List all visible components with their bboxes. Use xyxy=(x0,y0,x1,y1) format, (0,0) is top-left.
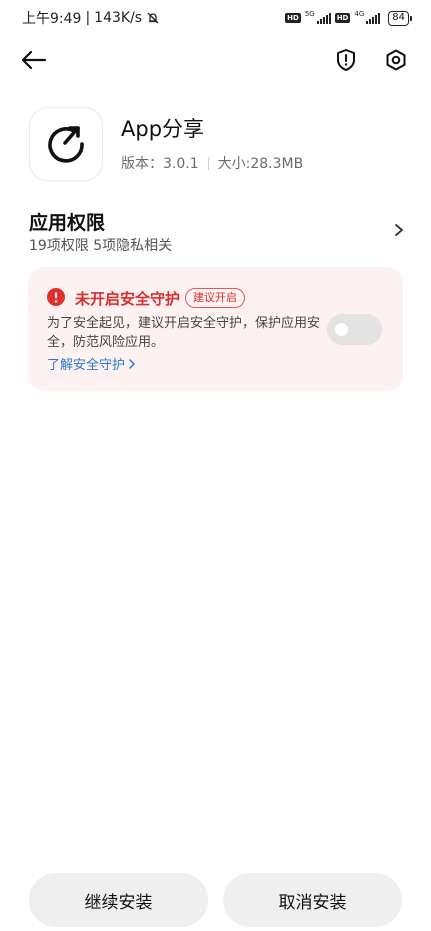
status-bar: 上午9:49 | 143K/s HD 5G HD 4G 84 xyxy=(0,0,431,36)
app-icon xyxy=(30,108,102,180)
cancel-install-button[interactable]: 取消安装 xyxy=(223,873,402,927)
security-card: 未开启安全守护 建议开启 为了安全起见，建议开启安全守护，保护应用安全，防范风险… xyxy=(28,267,403,391)
chevron-right-icon xyxy=(129,358,135,369)
bell-muted-icon xyxy=(147,12,159,24)
share-refresh-icon xyxy=(48,126,84,163)
app-meta: 版本：3.0.1 大小:28.3MB xyxy=(121,153,303,173)
top-bar xyxy=(0,40,431,80)
network-type-label: 5G xyxy=(304,10,315,18)
toggle-knob xyxy=(335,323,348,336)
gear-icon xyxy=(386,49,406,71)
app-version: 版本：3.0.1 xyxy=(121,156,199,172)
security-title: 未开启安全守护 xyxy=(75,290,181,308)
back-button[interactable] xyxy=(18,46,50,74)
network-type-label: 4G xyxy=(354,10,365,18)
hd-badge: HD xyxy=(334,13,351,23)
app-size: 大小:28.3MB xyxy=(217,156,304,172)
permissions-row[interactable]: 应用权限 19项权限 5项隐私相关 xyxy=(0,200,431,262)
app-name: App分享 xyxy=(121,117,205,141)
shield-alert-icon xyxy=(337,49,355,71)
battery-icon: 84 xyxy=(388,10,412,26)
network-speed: 143K/s xyxy=(94,10,143,26)
battery-level: 84 xyxy=(392,12,405,23)
status-left: 上午9:49 | 143K/s xyxy=(22,8,160,28)
signal-icon xyxy=(366,12,381,24)
learn-security-link[interactable]: 了解安全守护 xyxy=(47,354,136,373)
learn-security-label: 了解安全守护 xyxy=(47,358,126,373)
security-shield-button[interactable] xyxy=(332,46,360,74)
permissions-title: 应用权限 xyxy=(29,212,106,234)
status-separator: | xyxy=(85,10,91,26)
security-toggle[interactable] xyxy=(327,314,382,345)
permissions-subtitle: 19项权限 5项隐私相关 xyxy=(29,238,173,254)
status-time: 上午9:49 xyxy=(22,11,82,27)
status-right: HD 5G HD 4G 84 xyxy=(285,10,412,26)
chevron-right-icon xyxy=(395,224,403,236)
arrow-left-icon xyxy=(21,50,47,70)
signal-icon xyxy=(316,12,331,24)
meta-divider xyxy=(207,156,209,170)
settings-button[interactable] xyxy=(382,46,410,74)
hd-badge: HD xyxy=(285,13,301,23)
recommend-badge: 建议开启 xyxy=(185,288,245,308)
warning-icon xyxy=(47,288,65,306)
continue-install-button[interactable]: 继续安装 xyxy=(29,873,208,927)
security-description: 为了安全起见，建议开启安全守护，保护应用安全，防范风险应用。 xyxy=(47,316,321,350)
